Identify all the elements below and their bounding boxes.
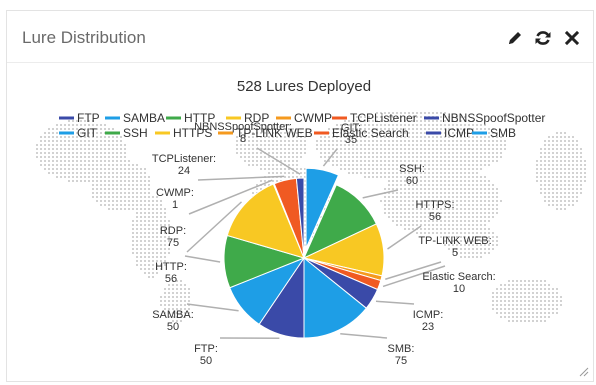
data-label-name: ICMP: — [413, 309, 444, 321]
data-label-value: 56 — [165, 273, 177, 285]
legend-label[interactable]: FTP — [77, 111, 100, 125]
data-label-name: SAMBA: — [152, 309, 194, 321]
data-label-name: HTTPS: — [415, 199, 454, 211]
data-label-name: SSH: — [399, 163, 425, 175]
data-label-value: 50 — [200, 355, 212, 367]
legend-label[interactable]: NBNSSpoofSpotter — [442, 111, 545, 125]
data-label-value: 60 — [406, 175, 418, 187]
data-label-name: TP-LINK WEB: — [418, 235, 491, 247]
legend-label[interactable]: ICMP — [444, 126, 474, 140]
data-label-value: 75 — [167, 237, 179, 249]
leader-line — [184, 255, 221, 263]
data-label-value: 10 — [453, 283, 465, 295]
chart-title: 528 Lures Deployed — [237, 78, 371, 95]
leader-line — [186, 303, 239, 312]
legend-label[interactable]: SSH — [123, 126, 148, 140]
data-label-name: CWMP: — [156, 187, 194, 199]
legend-label[interactable]: GIT — [77, 126, 98, 140]
data-label-name: RDP: — [160, 225, 186, 237]
data-label-name: SMB: — [388, 343, 415, 355]
leader-line — [197, 175, 285, 181]
pie-chart: 528 Lures Deployed FTP SAMBA HTTP RDP CWMP TC… — [36, 78, 586, 367]
data-label-name: Elastic Search: — [422, 271, 495, 283]
data-label-name: TCPListener: — [152, 153, 216, 165]
data-label-value: 50 — [167, 321, 179, 333]
data-label-value: 8 — [240, 133, 246, 145]
data-label-value: 1 — [172, 199, 178, 211]
data-label-name: FTP: — [194, 343, 218, 355]
leader-line — [375, 300, 415, 305]
leader-line — [340, 333, 388, 339]
data-label-name: GIT: — [341, 122, 361, 134]
data-label-value: 56 — [429, 211, 441, 223]
legend-label[interactable]: SAMBA — [123, 111, 165, 125]
legend-label[interactable]: CWMP — [294, 111, 332, 125]
data-label-value: 5 — [452, 247, 458, 259]
legend-label[interactable]: SMB — [490, 126, 516, 140]
data-label-name: HTTP: — [155, 261, 187, 273]
data-label-value: 23 — [422, 321, 434, 333]
data-label-name: NBNSSpoofSpotter: — [194, 121, 292, 133]
data-label-value: 24 — [178, 165, 190, 177]
data-label-value: 35 — [345, 134, 357, 146]
data-label-value: 75 — [395, 355, 407, 367]
